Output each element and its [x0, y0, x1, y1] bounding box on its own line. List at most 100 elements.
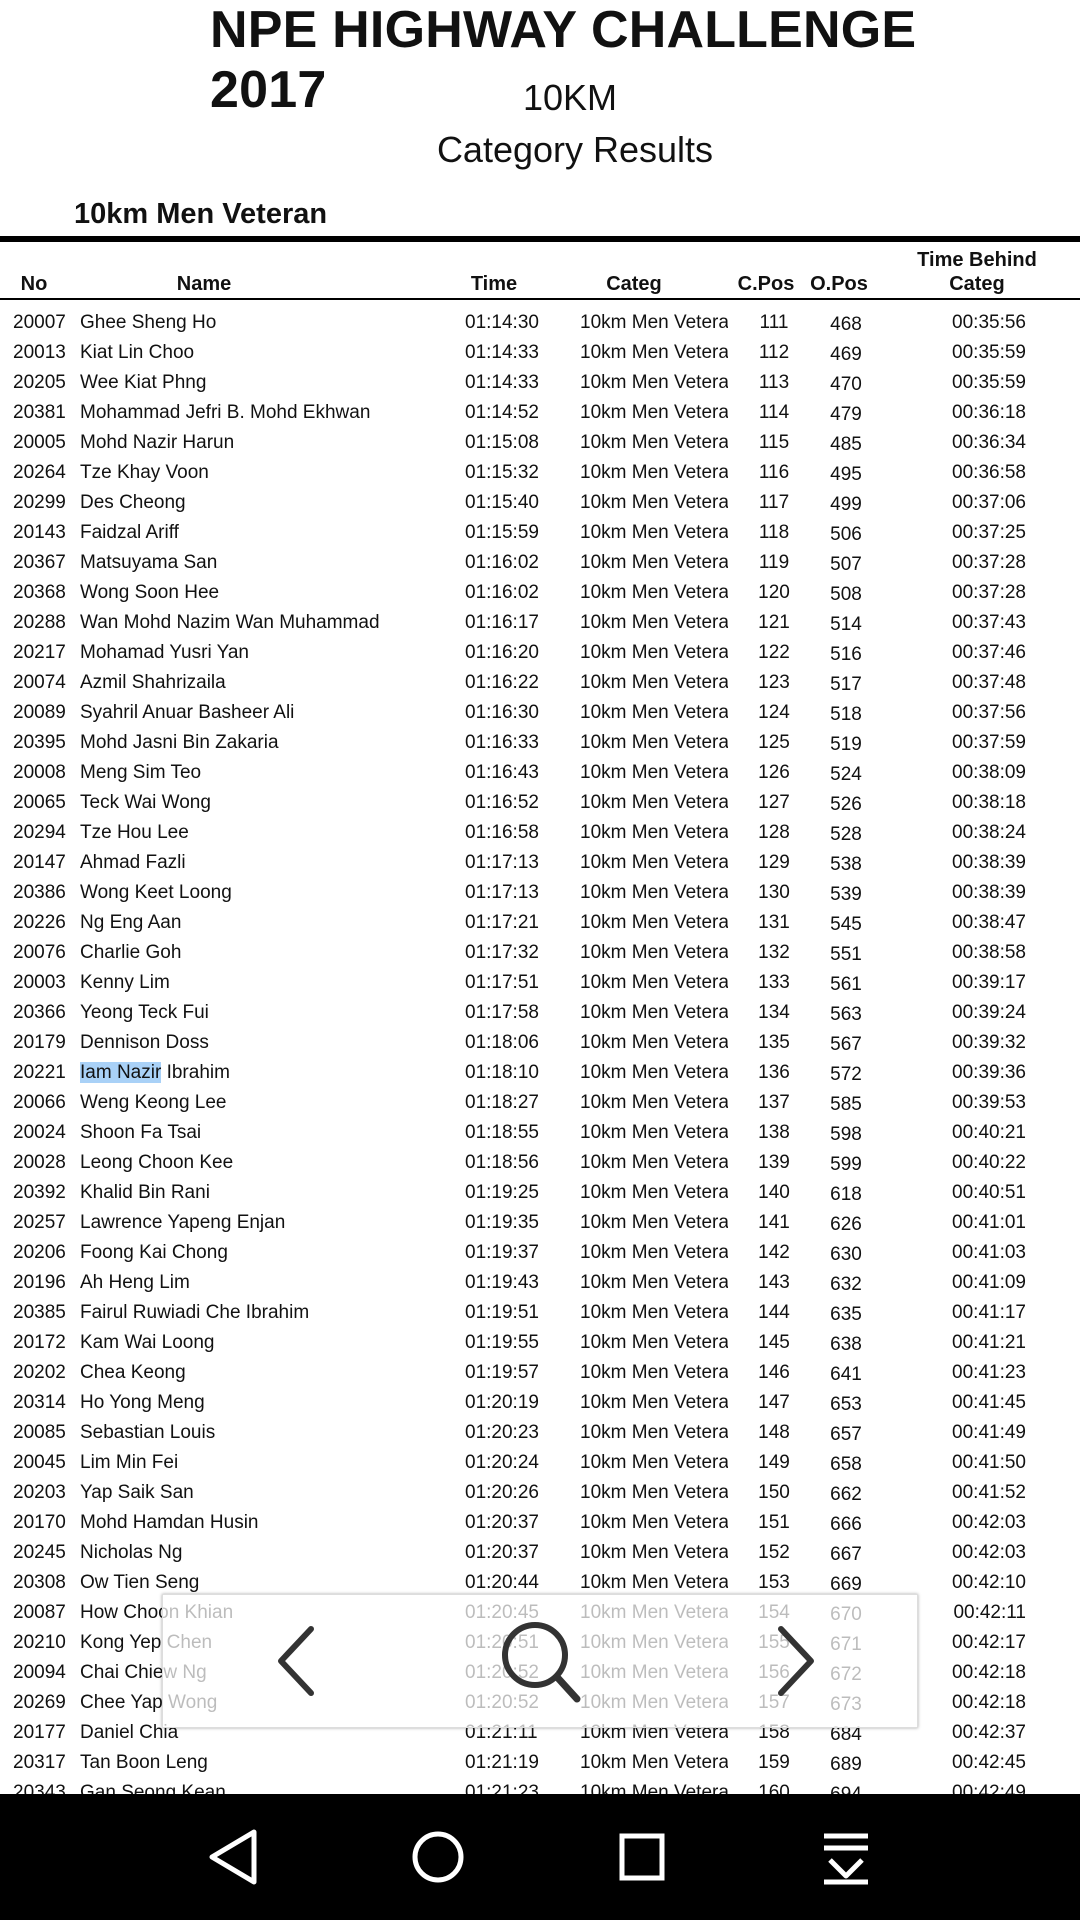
time-behind: 00:37:25: [952, 522, 1026, 543]
category-position: 128: [758, 822, 790, 843]
chevron-right-icon[interactable]: [743, 1615, 839, 1707]
category-cell: 10km Men Veteran: [580, 1482, 728, 1503]
time-behind: 00:41:49: [952, 1422, 1026, 1443]
bib-number: 20294: [13, 822, 66, 843]
bib-number: 20013: [13, 342, 66, 363]
table-row: 20172 Kam Wai Loong 01:19:55 10km Men Veter…: [0, 1328, 1080, 1358]
finish-time: 01:19:25: [465, 1182, 539, 1203]
category-position: 149: [758, 1452, 790, 1473]
chevron-left-icon[interactable]: [253, 1615, 349, 1707]
pdf-viewer-screen: NPE HIGHWAY CHALLENGE 2017 10KM Category…: [0, 0, 1080, 1920]
overall-position: 666: [830, 1514, 862, 1535]
overall-position: 528: [830, 824, 862, 845]
category-position: 132: [758, 942, 790, 963]
table-row: 20245 Nicholas Ng 01:20:37 10km Men Veteran…: [0, 1538, 1080, 1568]
table-row: 20206 Foong Kai Chong 01:19:37 10km Men Vet…: [0, 1238, 1080, 1268]
runner-name: Gan Seong Kean: [80, 1782, 226, 1794]
category-position: 141: [758, 1212, 790, 1233]
bib-number: 20147: [13, 852, 66, 873]
overall-position: 598: [830, 1124, 862, 1145]
runner-name: Yap Saik San: [80, 1482, 194, 1503]
overall-position: 632: [830, 1274, 862, 1295]
category-position: 117: [758, 492, 790, 513]
category-cell: 10km Men Veteran: [580, 912, 728, 933]
runner-name: Nicholas Ng: [80, 1542, 183, 1563]
finish-time: 01:14:33: [465, 372, 539, 393]
bib-number: 20202: [13, 1362, 66, 1383]
runner-name-rest: Ibrahim: [161, 1062, 230, 1083]
category-cell: 10km Men Veteran: [580, 1002, 728, 1023]
finish-time: 01:20:37: [465, 1542, 539, 1563]
time-behind: 00:42:18: [952, 1692, 1026, 1713]
time-behind: 00:37:46: [952, 642, 1026, 663]
category-position: 125: [758, 732, 790, 753]
pdf-page[interactable]: NPE HIGHWAY CHALLENGE 2017 10KM Category…: [0, 0, 1080, 1794]
time-behind: 00:38:24: [952, 822, 1026, 843]
table-row: 20003 Kenny Lim 01:17:51 10km Men Veteran 13…: [0, 968, 1080, 998]
time-behind: 00:39:24: [952, 1002, 1026, 1023]
time-behind: 00:42:37: [952, 1722, 1026, 1743]
runner-name: Iam Nazir Ibrahim: [80, 1058, 230, 1088]
overall-position: 694: [812, 1780, 880, 1794]
table-row: 20299 Des Cheong 01:15:40 10km Men Veteran 1…: [0, 488, 1080, 518]
finish-time: 01:18:56: [465, 1152, 539, 1173]
finish-time: 01:17:58: [465, 1002, 539, 1023]
overall-position: 526: [830, 794, 862, 815]
bib-number: 20368: [13, 582, 66, 603]
search-highlight: Iam Nazir: [80, 1062, 162, 1083]
table-row: 20264 Tze Khay Voon 01:15:32 10km Men Veter…: [0, 458, 1080, 488]
overall-position: 561: [830, 974, 862, 995]
download-arrow-icon[interactable]: [806, 1824, 886, 1890]
runner-name: Weng Keong Lee: [80, 1092, 227, 1113]
finish-time: 01:17:21: [465, 912, 539, 933]
runner-name: Yeong Teck Fui: [80, 1002, 209, 1023]
overall-position: 626: [830, 1214, 862, 1235]
header-time-behind-line1: Time Behind: [917, 249, 1037, 271]
bib-number: 20366: [13, 1002, 66, 1023]
home-circle-icon[interactable]: [398, 1824, 478, 1890]
search-icon[interactable]: [493, 1615, 589, 1707]
category-cell: 10km Men Veteran: [580, 822, 728, 843]
category-position: 150: [758, 1482, 790, 1503]
category-cell: 10km Men Veteran: [580, 732, 728, 753]
back-triangle-icon[interactable]: [196, 1824, 276, 1890]
category-cell: 10km Men Veteran: [580, 1062, 728, 1083]
category-cell: 10km Men Veteran: [580, 402, 728, 423]
category-position: 118: [758, 522, 790, 543]
runner-name: Sebastian Louis: [80, 1422, 216, 1443]
recents-square-icon[interactable]: [602, 1824, 682, 1890]
overall-position: 572: [830, 1064, 862, 1085]
overall-position: 507: [830, 554, 862, 575]
finish-time: 01:21:19: [465, 1752, 539, 1773]
bib-number: 20385: [13, 1302, 66, 1323]
category-position: 151: [758, 1512, 790, 1533]
header-name: Name: [176, 273, 232, 295]
category-cell: 10km Men Veteran: [580, 492, 728, 513]
runner-name: Ah Heng Lim: [80, 1272, 190, 1293]
runner-name: Dennison Doss: [80, 1032, 209, 1053]
category-position: 152: [758, 1542, 790, 1563]
time-behind: 00:39:32: [952, 1032, 1026, 1053]
category-cell: 10km Men Veteran: [580, 792, 728, 813]
results-table-body: 20007 Ghee Sheng Ho 01:14:30 10km Men Veter…: [0, 308, 1080, 1794]
category-heading: 10km Men Veteran: [74, 198, 328, 230]
runner-name: Azmil Shahrizaila: [80, 672, 226, 693]
bib-number: 20221: [13, 1062, 66, 1083]
category-cell: 10km Men Veteran: [580, 1332, 728, 1353]
time-behind: 00:39:17: [952, 972, 1026, 993]
overall-position: 689: [830, 1754, 862, 1775]
category-cell: 10km Men Veteran: [580, 1542, 728, 1563]
category-position: 134: [758, 1002, 790, 1023]
finish-time: 01:16:02: [465, 552, 539, 573]
bib-number: 20367: [13, 552, 66, 573]
overall-position: 479: [830, 404, 862, 425]
runner-name: Meng Sim Teo: [80, 762, 202, 783]
finish-time: 01:16:20: [465, 642, 539, 663]
overall-position: 516: [830, 644, 862, 665]
table-row: 20179 Dennison Doss 01:18:06 10km Men Veter…: [0, 1028, 1080, 1058]
heading-divider: [0, 236, 1080, 242]
finish-time: 01:17:32: [465, 942, 539, 963]
table-row: 20226 Ng Eng Aan 01:17:21 10km Men Veteran 1…: [0, 908, 1080, 938]
category-position: 127: [758, 792, 790, 813]
bib-number: 20314: [13, 1392, 66, 1413]
